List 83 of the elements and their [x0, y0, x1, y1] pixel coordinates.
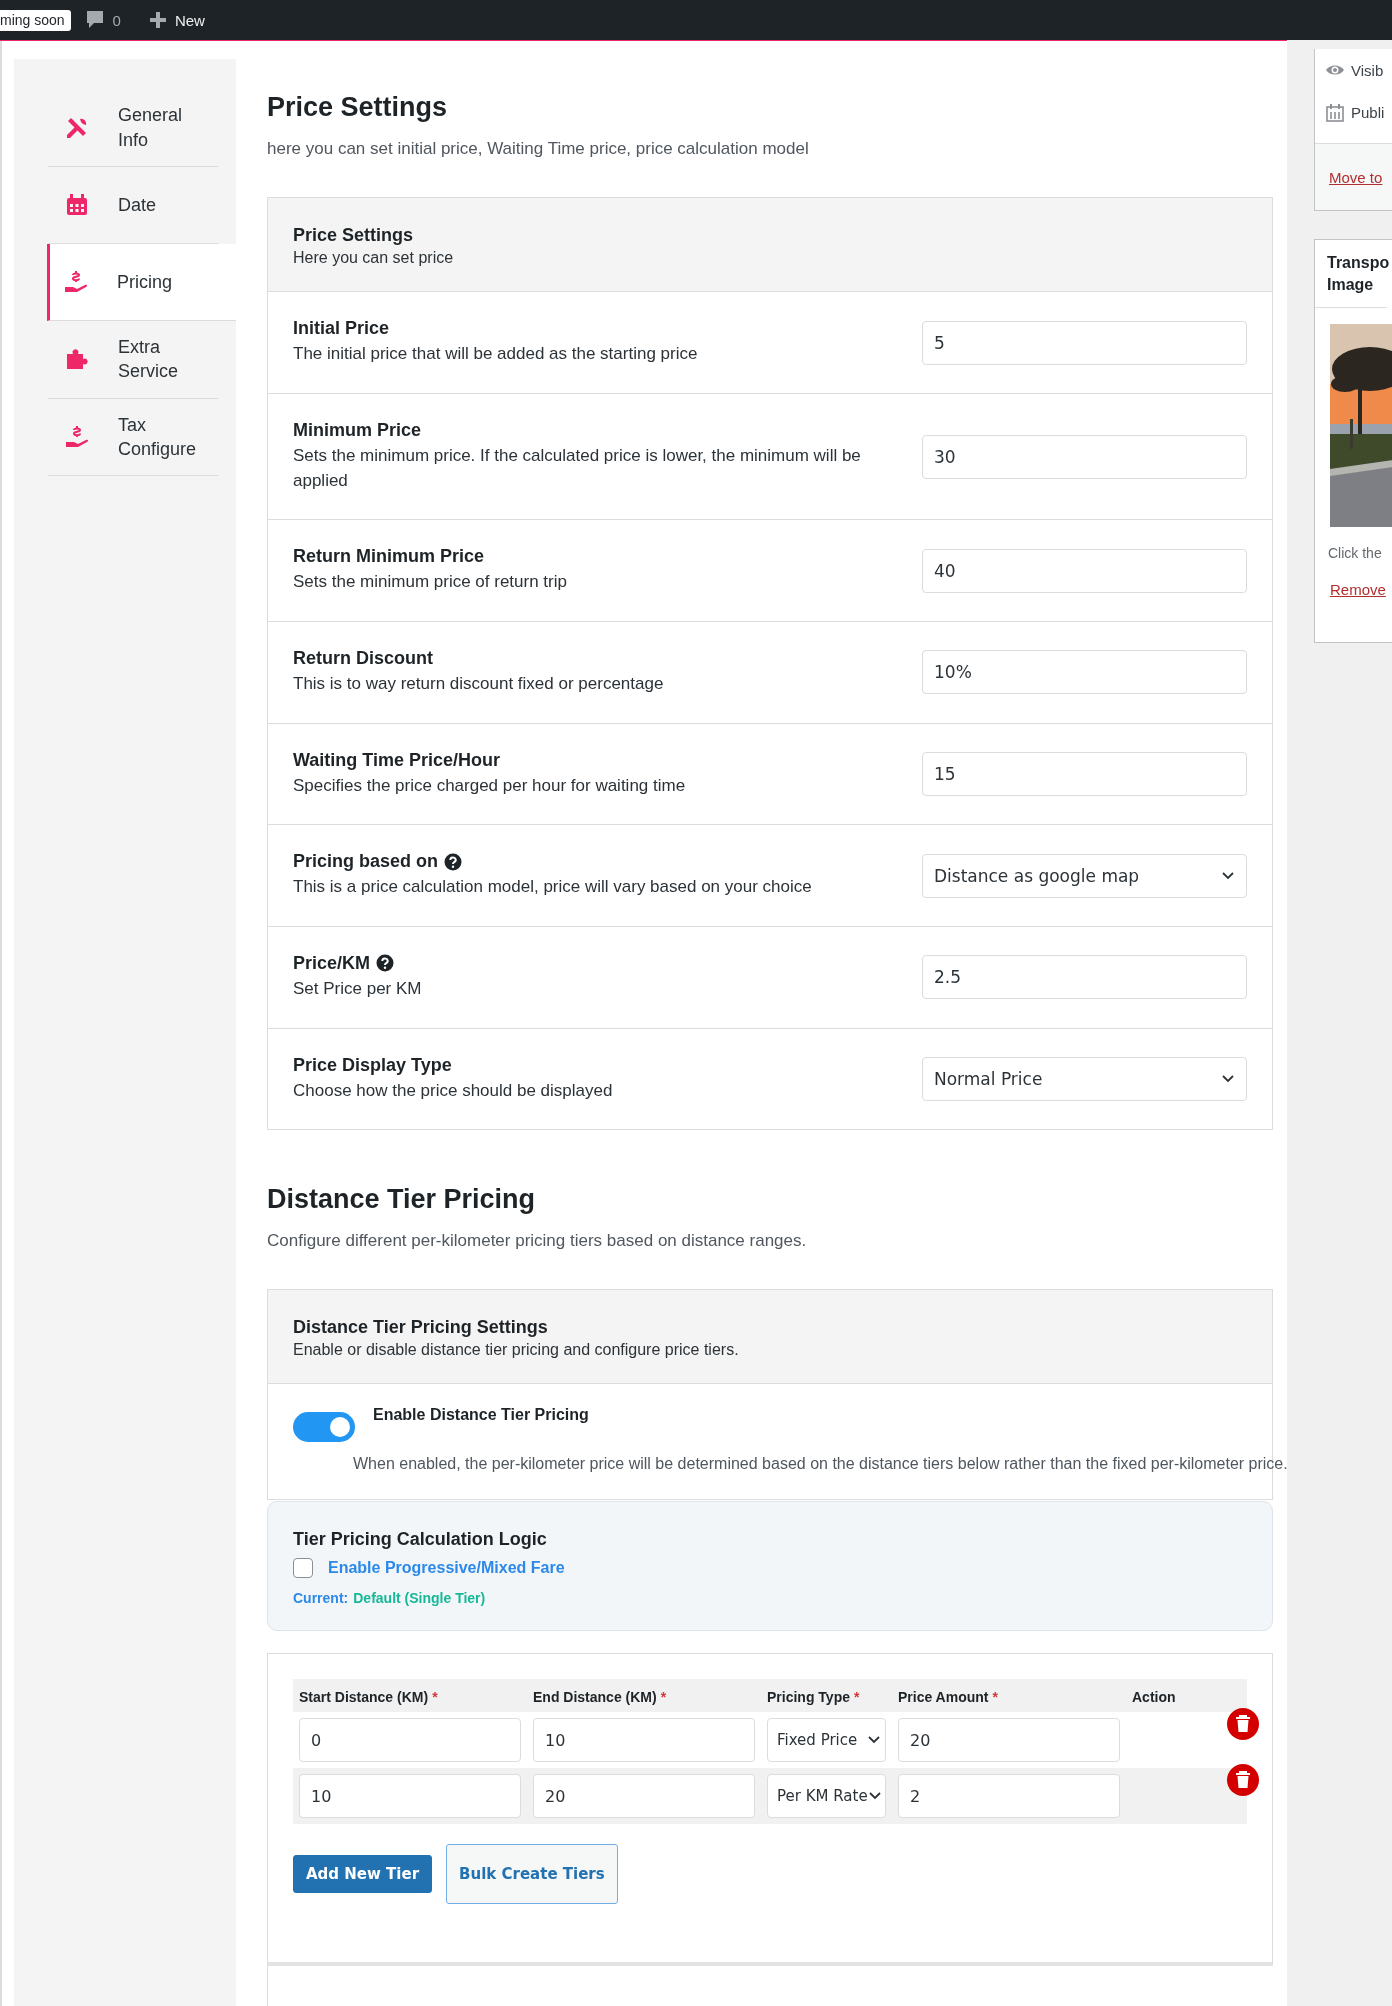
- required-mark: *: [992, 1689, 998, 1705]
- field-description: Sets the minimum price of return trip: [293, 571, 568, 594]
- add-tier-button[interactable]: Add New Tier: [293, 1855, 433, 1893]
- card-subtitle: Here you can set price: [293, 249, 455, 268]
- card-subtitle: Enable or disable distance tier pricing and configure price tiers.: [293, 1341, 740, 1360]
- required-mark: *: [854, 1689, 860, 1705]
- section-title: Distance Tier Pricing: [267, 1184, 537, 1216]
- toggle-switch[interactable]: [293, 1412, 355, 1443]
- chevron-icon: [867, 1735, 881, 1745]
- new-link[interactable]: New: [174, 11, 205, 29]
- field-label: Return Minimum Price: [293, 546, 485, 568]
- chevron-icon: [1221, 1073, 1235, 1084]
- input-field[interactable]: 15: [922, 751, 1247, 796]
- field-label: Return Discount: [293, 648, 433, 669]
- field-description: The initial price that will be added as the starting price: [293, 343, 699, 366]
- section-title: Price Settings: [267, 92, 449, 124]
- delete-icon[interactable]: [1227, 1764, 1259, 1796]
- remove-link[interactable]: Remove: [1330, 580, 1386, 598]
- input-field[interactable]: 10%: [922, 650, 1247, 695]
- input-field[interactable]: 30: [922, 434, 1247, 479]
- help-icon[interactable]: [376, 954, 395, 973]
- input-field[interactable]: 0: [299, 1718, 521, 1762]
- status-badge: ming soon: [0, 9, 71, 31]
- hand-dollar-icon: [64, 423, 90, 450]
- field-label: Waiting Time Price/Hour: [293, 749, 501, 771]
- plus-icon[interactable]: [148, 11, 167, 29]
- column-header: Action: [1132, 1689, 1176, 1705]
- field-description: Specifies the price charged per hour for waiting time: [293, 774, 687, 797]
- input-field[interactable]: 10: [299, 1774, 521, 1818]
- sidebar-item[interactable]: General Info: [48, 89, 218, 168]
- field-label: Minimum Price: [293, 420, 422, 442]
- delete-icon[interactable]: [1227, 1708, 1259, 1740]
- input-field[interactable]: 20: [533, 1774, 755, 1818]
- input-field[interactable]: 40: [922, 548, 1247, 593]
- box-title: Transpo Image: [1315, 240, 1387, 308]
- trash-link[interactable]: Move to: [1329, 168, 1383, 186]
- field-description: Sets the minimum price. If the calculated price is lower, the minimum will be applied: [293, 445, 862, 492]
- chevron-icon: [867, 1791, 882, 1801]
- toggle-label: Enable Distance Tier Pricing: [373, 1406, 589, 1425]
- input-field[interactable]: 20: [898, 1718, 1120, 1762]
- column-header: End Distance (KM): [533, 1689, 657, 1705]
- bulk-create-button[interactable]: Bulk Create Tiers: [446, 1844, 618, 1904]
- column-header: Start Distance (KM): [299, 1689, 429, 1705]
- calendar-icon: [1325, 102, 1345, 122]
- column-header: Pricing Type: [767, 1689, 850, 1705]
- field-label: Price/KM: [293, 952, 371, 974]
- select-dropdown[interactable]: Fixed Price: [767, 1718, 886, 1762]
- section-description: here you can set initial price, Waiting Time price, price calculation model: [267, 139, 810, 160]
- card-title: Distance Tier Pricing Settings: [293, 1317, 549, 1339]
- sidebar-item[interactable]: Extra Service: [48, 321, 218, 399]
- input-field[interactable]: 2: [898, 1774, 1120, 1818]
- input-field[interactable]: 2.5: [922, 955, 1247, 1000]
- input-field[interactable]: 5: [922, 320, 1247, 365]
- section-description: Configure different per-kilometer pricing tiers based on distance ranges.: [267, 1231, 808, 1252]
- publish-label: Visib: [1351, 61, 1384, 79]
- panel-title: Tier Pricing Calculation Logic: [293, 1529, 548, 1550]
- required-mark: *: [660, 1689, 667, 1705]
- comment-count[interactable]: 0: [112, 11, 121, 29]
- status-label: Current:: [293, 1590, 349, 1606]
- field-label: Initial Price: [293, 318, 390, 340]
- sidebar-item[interactable]: Pricing: [47, 244, 236, 322]
- field-description: This is a price calculation model, price will vary based on your choice: [293, 876, 813, 899]
- field-description: This is to way return discount fixed or percentage: [293, 673, 665, 695]
- chevron-icon: [1221, 870, 1235, 881]
- select-dropdown[interactable]: Normal Price: [922, 1056, 1247, 1101]
- field-label: Pricing based on: [293, 851, 439, 873]
- checkbox[interactable]: [293, 1558, 313, 1578]
- input-field[interactable]: 10: [533, 1718, 755, 1762]
- image-hint: Click the: [1327, 543, 1383, 561]
- sidebar-item[interactable]: Tax Configure: [48, 398, 218, 477]
- publish-label: Publi: [1351, 103, 1385, 121]
- required-mark: *: [432, 1689, 438, 1705]
- field-description: Choose how the price should be displayed: [293, 1079, 614, 1102]
- column-header: Price Amount: [898, 1689, 989, 1705]
- help-icon[interactable]: [444, 852, 463, 871]
- toggle-hint: When enabled, the per-kilometer price will be determined based on the distance tiers below rather than the fixed per-kilometer price.: [353, 1454, 1288, 1475]
- status-value: Default (Single Tier): [353, 1590, 486, 1606]
- comment-icon[interactable]: [84, 9, 105, 31]
- select-dropdown[interactable]: Distance as google map: [922, 853, 1247, 898]
- field-description: Set Price per KM: [293, 977, 423, 1000]
- select-dropdown[interactable]: Per KM Rate: [767, 1774, 886, 1818]
- card-title: Price Settings: [293, 225, 415, 247]
- field-label: Price Display Type: [293, 1054, 452, 1076]
